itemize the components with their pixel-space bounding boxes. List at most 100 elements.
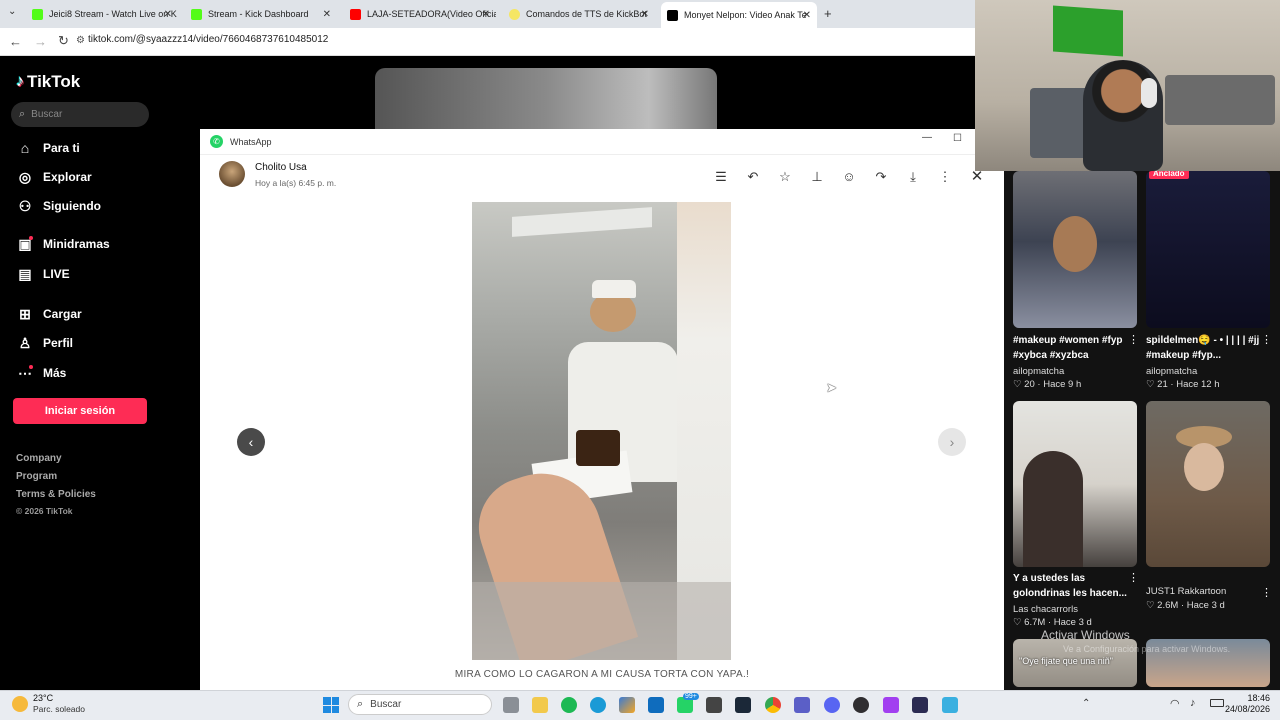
minimize-icon[interactable]: — [922,132,932,143]
video-title[interactable]: Y a ustedes las golondrinas les hacen... [1013,571,1133,601]
browser-tab[interactable]: LAJA-SETEADORA(Video Oficial ✕ [344,4,496,24]
wifi-icon[interactable]: ◠ [1170,697,1180,710]
more-options-icon[interactable]: ⋮ [937,169,953,185]
volume-icon[interactable]: ♪ [1190,697,1196,709]
tiktok-search-box[interactable]: ⌕ Buscar [11,102,149,127]
video-card[interactable] [1013,171,1137,328]
like-count: 2.6M [1157,600,1179,611]
browser-tab[interactable]: Stream - Kick Dashboard ✕ [185,4,337,24]
reload-icon[interactable]: ↻ [58,33,69,49]
more-options-icon[interactable]: ⋮ [1261,586,1272,599]
video-author[interactable]: JUST1 Rakkartoon [1146,586,1226,597]
nav-item-siguiendo[interactable]: ⚇ Siguiendo [16,197,101,215]
footer-copyright: © 2026 TikTok [16,506,73,516]
back-icon[interactable]: ← [9,34,22,49]
clock[interactable]: 18:46 24/08/2026 [1222,693,1270,715]
youtube-icon [350,8,361,20]
teams-icon[interactable] [794,697,810,713]
weather-sun-icon [12,696,28,712]
maximize-icon[interactable]: ☐ [953,133,962,144]
forward-icon[interactable]: ↷ [873,169,889,185]
video-stats: ♡ 21 · Hace 12 h [1146,379,1220,390]
store-icon[interactable] [706,697,722,713]
footer-link-company[interactable]: Company [16,453,62,464]
url-field[interactable]: tiktok.com/@syaazzz14/video/766046873761… [88,34,328,45]
tray-overflow-icon[interactable]: ⌃ [1082,698,1090,709]
copilot-icon[interactable] [619,697,635,713]
previous-media-button[interactable]: ‹ [237,428,265,456]
video-title[interactable]: spildelmen🤤 - • | | | | #jj #makeup #fyp… [1146,333,1266,363]
image-chef-hat [592,280,636,298]
whatsapp-titlebar: ✆ WhatsApp — ☐ [200,129,1004,155]
image-ceiling-light [512,207,652,237]
taskbar-search[interactable]: ⌕ Buscar [348,694,492,715]
nav-item-cargar[interactable]: ⊞ Cargar [16,305,82,323]
tab-close-icon[interactable]: ✕ [482,9,490,20]
video-author[interactable]: ailopmatcha [1146,366,1197,377]
start-tile [331,697,339,705]
tab-close-icon[interactable]: ✕ [803,10,811,21]
nav-item-para-ti[interactable]: ⌂ Para ti [16,139,80,157]
chevron-left-icon: ‹ [248,434,254,450]
edge-icon[interactable] [590,697,606,713]
browser-tab[interactable]: Comandos de TTS de KickBot ✕ [503,4,655,24]
emoji-react-icon[interactable]: ☺ [841,169,857,184]
tiktok-video-preview [375,68,717,130]
new-tab-icon[interactable]: + [824,6,832,21]
next-media-button[interactable]: › [938,428,966,456]
windows-activation-hint: Ve a Configuración para activar Windows. [1063,644,1231,654]
window-title: WhatsApp [230,137,272,147]
notification-dot [29,236,33,240]
video-stats: ♡ 2.6M · Hace 3 d [1146,600,1225,611]
clock-time: 18:46 [1247,693,1270,703]
pin-icon[interactable]: ⊥ [809,169,825,185]
video-card[interactable] [1146,401,1270,567]
video-author[interactable]: ailopmatcha [1013,366,1064,377]
video-card[interactable]: Anclado [1146,171,1270,328]
browser-tab[interactable]: Jeici8 Stream - Watch Live on K ✕ [26,4,178,24]
go-to-message-icon[interactable]: ☰ [713,169,729,185]
task-view-icon[interactable] [503,697,519,713]
more-options-icon[interactable]: ⋮ [1128,333,1139,346]
video-title[interactable]: #makeup #women #fyp #xybca #xyzbca [1013,333,1133,363]
notepad-icon[interactable] [942,697,958,713]
more-options-icon[interactable]: ⋮ [1261,333,1272,346]
chrome-icon[interactable] [765,697,781,713]
avatar[interactable] [219,161,245,187]
reply-icon[interactable]: ↶ [745,169,761,185]
forward-icon[interactable]: → [34,34,47,49]
taskbar-search-placeholder: Buscar [370,699,402,710]
tiktok-logo[interactable]: ♪ TikTok [16,72,80,92]
star-icon[interactable]: ☆ [777,169,793,185]
app-icon[interactable] [883,697,899,713]
browser-tab-active[interactable]: Monyet Nelpon: Video Anak Te ✕ [661,2,817,28]
footer-link-program[interactable]: Program [16,471,57,482]
login-button[interactable]: Iniciar sesión [13,398,147,424]
nav-item-perfil[interactable]: ♙ Perfil [16,334,73,352]
start-button[interactable] [323,697,339,713]
weather-widget[interactable]: 23°C Parc. soleado [12,693,85,715]
nav-item-live[interactable]: ▤ LIVE [16,265,69,283]
nav-item-mas[interactable]: ⋯ Más [16,364,66,382]
discord-icon[interactable] [824,697,840,713]
footer-link-terms[interactable]: Terms & Policies [16,489,96,500]
obs-icon[interactable] [853,697,869,713]
spotify-icon[interactable] [561,697,577,713]
video-author[interactable]: Las chacarrorls [1013,604,1078,615]
site-info-icon[interactable]: ⚙ [76,35,85,46]
download-icon[interactable]: ⤓ [905,169,921,185]
heart-icon: ♡ [1146,379,1155,390]
tab-close-icon[interactable]: ✕ [164,9,172,20]
steam-icon[interactable] [735,697,751,713]
tab-close-icon[interactable]: ✕ [641,9,649,20]
video-card[interactable] [1013,401,1137,567]
tiktok-icon [667,9,678,21]
tab-menu-chevron-icon[interactable]: ⌄ [8,6,16,17]
nav-item-explorar[interactable]: ◎ Explorar [16,168,92,186]
thumb-caption: "Oye fijate que una niñ" [1019,656,1113,666]
outlook-icon[interactable] [648,697,664,713]
more-options-icon[interactable]: ⋮ [1128,571,1139,584]
tab-close-icon[interactable]: ✕ [323,9,331,20]
app-icon[interactable] [912,697,928,713]
file-explorer-icon[interactable] [532,697,548,713]
